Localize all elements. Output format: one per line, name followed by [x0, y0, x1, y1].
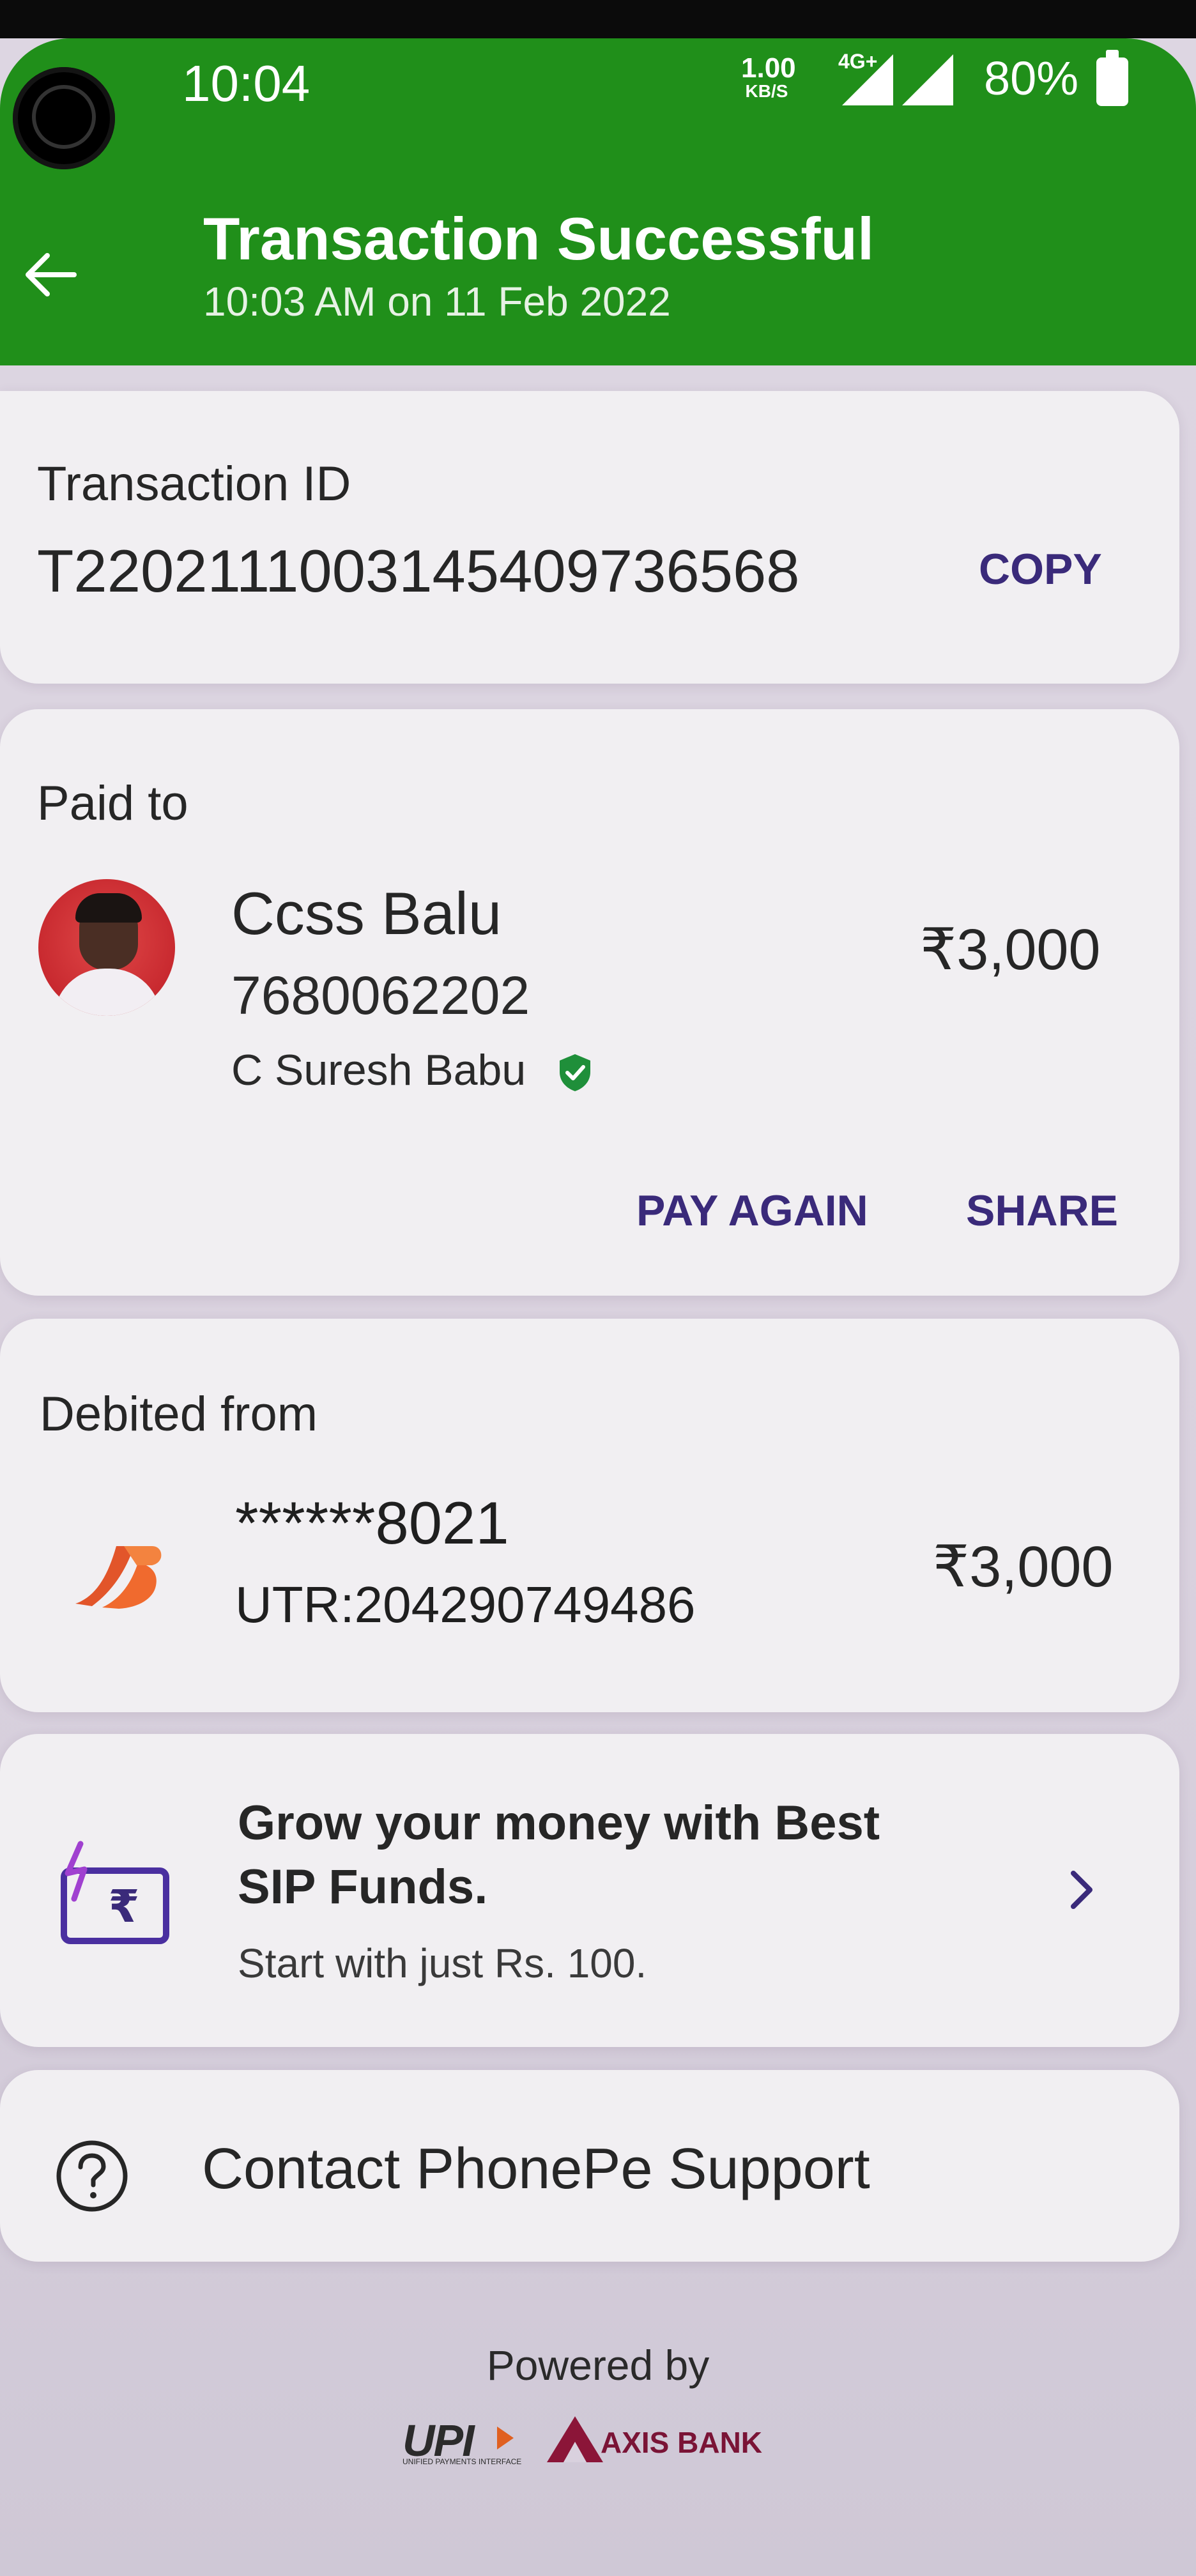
payee-name: Ccss Balu [231, 880, 502, 947]
paid-amount: ₹3,000 [920, 918, 1101, 982]
verified-shield-icon [560, 1054, 590, 1091]
powered-by-label: Powered by [486, 2342, 710, 2389]
share-button[interactable]: SHARE [966, 1186, 1118, 1236]
sip-promo-title-line2: SIP Funds. [238, 1860, 488, 1914]
sip-promo-title-line1: Grow your money with Best [238, 1796, 880, 1850]
phone-screen: 10:04 1.00 KB/S 4G+ 80% Transaction Succ… [0, 0, 1196, 2576]
page-subtitle: 10:03 AM on 11 Feb 2022 [203, 279, 671, 325]
bezel [0, 0, 1196, 38]
payee-phone: 7680062202 [231, 965, 530, 1025]
axis-bank-name: AXIS BANK [601, 2426, 763, 2459]
debited-from-label: Debited from [40, 1387, 318, 1441]
page-title: Transaction Successful [203, 205, 875, 272]
debited-account: ******8021 [235, 1489, 509, 1556]
network-speed-value: 1.00 [741, 52, 796, 84]
upi-arrow-icon [497, 2426, 514, 2450]
pay-again-button[interactable]: PAY AGAIN [636, 1186, 868, 1236]
status-time: 10:04 [182, 55, 310, 112]
svg-text:₹: ₹ [109, 1880, 140, 1933]
front-camera [13, 67, 115, 169]
utr-number: UTR:204290749486 [235, 1576, 696, 1633]
transaction-id-label: Transaction ID [37, 457, 351, 511]
bank-of-baroda-logo-icon [75, 1546, 162, 1609]
sip-promo-card[interactable] [0, 1734, 1179, 2047]
axis-bank-logo-icon [547, 2416, 603, 2462]
help-circle-icon [56, 2140, 128, 2212]
paid-to-label: Paid to [37, 776, 188, 831]
network-speed-unit: KB/S [745, 81, 788, 101]
rupee-card-icon: ₹ [61, 1841, 169, 1944]
payee-legal-name: C Suresh Babu [231, 1046, 526, 1094]
signal-icon-2 [902, 54, 953, 105]
partner-logos: UPI UNIFIED PAYMENTS INTERFACE AXIS BANK [402, 2410, 773, 2467]
payee-avatar [38, 879, 175, 1016]
contact-support-label: Contact PhonePe Support [202, 2137, 870, 2201]
copy-button[interactable]: COPY [979, 544, 1102, 594]
network-speed: 1.00 KB/S [741, 52, 796, 101]
back-arrow-icon[interactable] [18, 243, 82, 307]
transaction-id-value: T2202111003145409736568 [37, 537, 800, 604]
signal-icon [842, 54, 893, 105]
battery-icon [1096, 50, 1128, 106]
debited-from-card [0, 1319, 1179, 1712]
upi-logo-subtext: UNIFIED PAYMENTS INTERFACE [402, 2457, 522, 2466]
battery-percent: 80% [984, 52, 1079, 105]
sip-promo-subtitle: Start with just Rs. 100. [238, 1940, 647, 1986]
debited-amount: ₹3,000 [933, 1535, 1114, 1599]
chevron-right-icon[interactable] [1062, 1864, 1100, 1915]
